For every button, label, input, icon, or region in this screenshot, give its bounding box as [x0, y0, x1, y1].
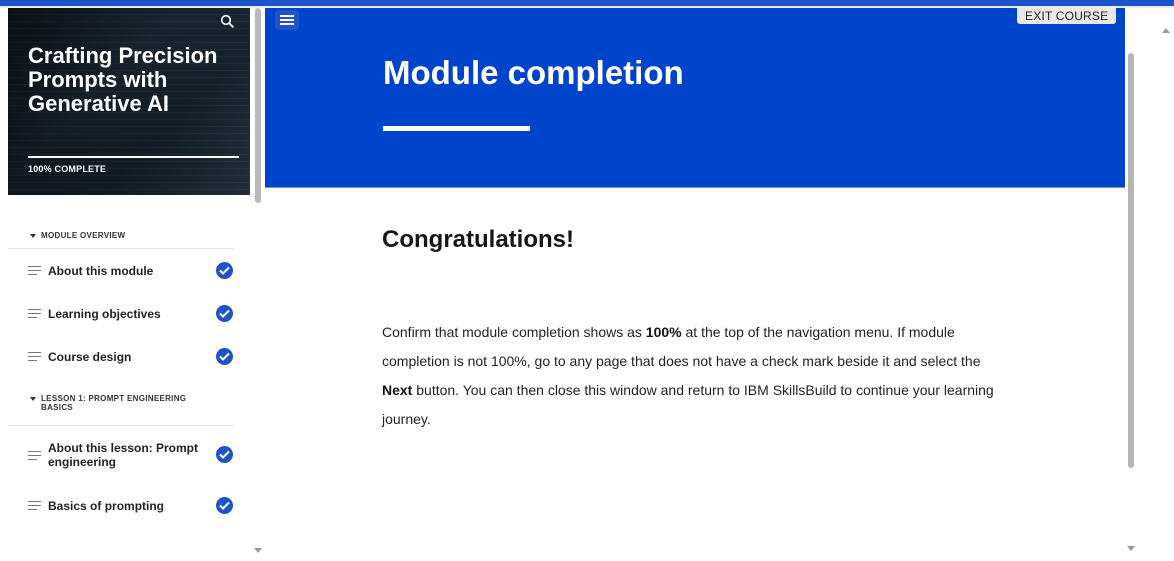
course-title: Crafting Precision Prompts with Generati… — [28, 43, 218, 116]
nav-item-label: Basics of prompting — [48, 498, 165, 513]
list-lines-icon — [28, 266, 41, 275]
window-scrollbar[interactable] — [1160, 8, 1172, 561]
checkmark-icon — [216, 261, 233, 279]
progress-bar — [28, 156, 239, 158]
scroll-down-arrow-icon[interactable] — [1127, 546, 1135, 551]
caret-down-icon — [30, 397, 36, 401]
checkmark-icon — [216, 446, 233, 463]
sidebar-scroll-thumb[interactable] — [255, 8, 261, 203]
nav-item-basics-prompting[interactable]: Basics of prompting — [8, 484, 250, 527]
list-lines-icon — [28, 309, 41, 318]
caret-down-icon — [30, 234, 36, 238]
nav-item-learning-objectives[interactable]: Learning objectives — [8, 292, 250, 335]
section-toggle-module-overview[interactable]: MODULE OVERVIEW — [8, 195, 234, 249]
nav-item-about-lesson[interactable]: About this lesson: Prompt engineering — [8, 426, 250, 484]
scroll-down-arrow-icon[interactable] — [254, 548, 262, 553]
menu-toggle-button[interactable] — [275, 10, 299, 30]
content-heading: Congratulations! — [382, 226, 574, 253]
progress-label: 100% COMPLETE — [28, 164, 107, 174]
course-sidebar: Crafting Precision Prompts with Generati… — [0, 8, 265, 561]
content-scrollbar[interactable] — [1125, 8, 1137, 561]
hamburger-icon — [280, 15, 294, 17]
page-title: Module completion — [383, 54, 684, 91]
checkmark-icon — [216, 304, 233, 322]
scroll-up-arrow-icon[interactable] — [1162, 28, 1170, 33]
lesson-navigation: MODULE OVERVIEW About this module Learni… — [8, 195, 250, 527]
completion-instructions: Confirm that module completion shows as … — [382, 324, 994, 427]
section-label: LESSON 1: PROMPT ENGINEERING BASICS — [41, 394, 187, 412]
checkmark-icon — [216, 347, 233, 365]
course-hero: Crafting Precision Prompts with Generati… — [8, 8, 250, 195]
list-lines-icon — [28, 450, 41, 460]
nav-item-label: Course design — [48, 349, 132, 364]
module-banner: Module completion — [265, 8, 1125, 188]
section-toggle-lesson-1[interactable]: LESSON 1: PROMPT ENGINEERING BASICS — [8, 378, 234, 426]
nav-item-label: About this lesson: Prompt engineering — [48, 441, 198, 469]
list-lines-icon — [28, 352, 41, 361]
title-underline — [383, 126, 530, 131]
sidebar-scrollbar[interactable] — [253, 8, 263, 561]
content-scroll-thumb[interactable] — [1128, 53, 1134, 468]
nav-item-course-design[interactable]: Course design — [8, 335, 250, 378]
list-lines-icon — [28, 501, 41, 510]
main-content: Module completion EXIT COURSE Congratula… — [265, 8, 1125, 561]
section-label: MODULE OVERVIEW — [41, 231, 126, 240]
search-icon[interactable] — [220, 14, 234, 28]
nav-item-label: About this module — [48, 263, 154, 278]
exit-course-button[interactable]: EXIT COURSE — [1017, 8, 1117, 24]
checkmark-icon — [216, 496, 233, 514]
nav-item-label: Learning objectives — [48, 306, 161, 321]
nav-item-about-module[interactable]: About this module — [8, 249, 250, 292]
